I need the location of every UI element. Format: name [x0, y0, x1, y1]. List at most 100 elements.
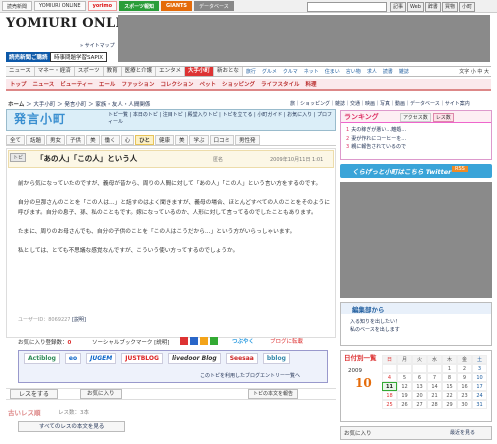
tab-category-beauty[interactable]: 美: [86, 134, 100, 145]
list-item[interactable]: 私のベースを出します: [350, 326, 400, 334]
blog-jugem[interactable]: JUGEM: [86, 353, 117, 364]
calendar-day[interactable]: 3: [472, 364, 487, 373]
tab-giants[interactable]: GIANTS: [161, 1, 193, 11]
tab-category-heart[interactable]: 心: [120, 134, 135, 145]
list-item[interactable]: 2 妻が作れにコーヒーを…: [346, 135, 406, 144]
calendar-day[interactable]: 14: [427, 382, 442, 391]
calendar-day[interactable]: 17: [472, 382, 487, 391]
nav-sub-travel[interactable]: 旅行: [243, 68, 259, 75]
search-dictionary-button[interactable]: 辞書: [424, 2, 441, 12]
blog-eo[interactable]: eo: [64, 353, 82, 364]
calendar-day[interactable]: 27: [412, 400, 427, 409]
calendar-day[interactable]: 1: [442, 364, 457, 373]
show-all-responses-button[interactable]: すべてのレスの本文を見る: [18, 421, 126, 432]
tab-yomiuri-online[interactable]: YOMIURI ONLINE: [34, 1, 86, 11]
social-bookmark-label[interactable]: ソーシャルブックマーク [説明]: [92, 338, 169, 346]
calendar-day[interactable]: 16: [457, 382, 472, 391]
komachi-links[interactable]: トピ一覧 | 本日のトピ | 注目トピ | 殿堂入りトピ | トピを立てる | …: [108, 111, 333, 125]
blog-bblog[interactable]: bblog: [262, 353, 290, 364]
nav-shin-otona[interactable]: 新おとな: [214, 67, 243, 76]
search-articles-button[interactable]: 記事: [390, 2, 407, 12]
tab-category-topic[interactable]: 話題: [26, 134, 46, 145]
calendar-day[interactable]: 23: [457, 391, 472, 400]
tab-sports-hochi[interactable]: スポーツ報知: [119, 1, 159, 11]
calendar-day[interactable]: 13: [412, 382, 427, 391]
tab-category-all[interactable]: 全て: [6, 134, 26, 145]
calendar-day[interactable]: 29: [442, 400, 457, 409]
komachi-title[interactable]: 発言小町: [14, 110, 66, 127]
font-size-control[interactable]: 文字 小 中 大: [459, 68, 491, 75]
sitemap-link[interactable]: » サイトマップ: [80, 42, 115, 49]
blog-entries-link[interactable]: このトピを利用したブログエントリー一覧へ: [200, 372, 300, 379]
komachi-nav-cooking[interactable]: 料理: [306, 80, 317, 88]
search-input[interactable]: [307, 2, 387, 12]
service-links[interactable]: 旅｜ショッピング｜雑誌｜交通｜映画｜写真｜動画｜データベース｜サイト案内: [290, 100, 470, 107]
breadcrumb-path[interactable]: ＞ 大手小町 ＞ 発言小町 ＞ 家族・友人・人間関係: [24, 102, 150, 108]
subscribe-button[interactable]: 読売新聞ご購読: [6, 52, 51, 62]
calendar-day[interactable]: 26: [397, 400, 412, 409]
blog-post-button[interactable]: ブログに転載: [270, 337, 303, 345]
reply-button[interactable]: レスをする: [10, 389, 59, 399]
nav-sub-books[interactable]: 読書: [380, 68, 396, 75]
tab-category-kids[interactable]: 子供: [66, 134, 86, 145]
sapix-button[interactable]: 時事問題学習SAPIX: [50, 52, 108, 62]
tab-category-gender[interactable]: 男女: [46, 134, 66, 145]
calendar-day[interactable]: 24: [472, 391, 487, 400]
blog-seesaa[interactable]: Seesaa: [225, 353, 258, 364]
calendar-day[interactable]: 2: [457, 364, 472, 373]
tab-category-beauty2[interactable]: 美: [174, 134, 189, 145]
calendar-day[interactable]: 4: [382, 373, 397, 382]
tab-ranking-res[interactable]: レス数: [432, 113, 454, 122]
tweet-button[interactable]: つぶやく: [232, 337, 254, 345]
calendar-day[interactable]: 20: [412, 391, 427, 400]
tab-yorimo[interactable]: yorimo: [87, 1, 118, 11]
tab-category-reviews[interactable]: 口コミ: [209, 134, 235, 145]
calendar-day[interactable]: 18: [382, 391, 397, 400]
user-id-help-link[interactable]: [説明]: [72, 317, 86, 323]
tab-ranking-access[interactable]: アクセス数: [400, 113, 431, 122]
livedoor-clip-icon[interactable]: [200, 337, 208, 345]
nav-news[interactable]: ニュース: [6, 67, 35, 76]
calendar-day[interactable]: 8: [442, 373, 457, 382]
tab-category-work[interactable]: 働く: [100, 134, 120, 145]
nav-medical[interactable]: 医療と介護: [121, 67, 157, 76]
komachi-nav-news[interactable]: ニュース: [33, 80, 55, 88]
komachi-nav-top[interactable]: トップ: [10, 80, 27, 88]
komachi-nav-beauty[interactable]: ビューティー: [60, 80, 93, 88]
calendar-day[interactable]: 5: [397, 373, 412, 382]
komachi-nav-yell[interactable]: エール: [99, 80, 116, 88]
calendar-day[interactable]: 28: [427, 400, 442, 409]
yahoo-bookmark-icon[interactable]: [190, 337, 198, 345]
calendar-day[interactable]: 31: [472, 400, 487, 409]
rss-icon[interactable]: RSS: [452, 166, 468, 172]
nav-sub-jobs[interactable]: 求人: [364, 68, 380, 75]
nav-sub-shopping[interactable]: 言い物: [343, 68, 364, 75]
nav-money[interactable]: マネー・経済: [34, 67, 75, 76]
tab-category-health[interactable]: 健康: [154, 134, 174, 145]
blog-justblog[interactable]: JUSTBLOG: [121, 353, 163, 364]
komachi-nav-fashion[interactable]: ファッション: [121, 80, 154, 88]
tab-category-men[interactable]: 男性発: [235, 134, 260, 145]
sort-old-responses[interactable]: 古いレス順: [8, 407, 41, 417]
calendar-day[interactable]: 9: [457, 373, 472, 382]
nav-sports[interactable]: スポーツ: [74, 67, 104, 76]
list-item[interactable]: 1 夫の稼ぎが悪い…離婚…: [346, 126, 406, 135]
search-komachi-button[interactable]: 小町: [458, 2, 475, 12]
nav-sub-car[interactable]: クルマ: [280, 68, 301, 75]
calendar-day[interactable]: 19: [397, 391, 412, 400]
buzzurl-icon[interactable]: [210, 337, 218, 345]
nav-entertainment[interactable]: エンタメ: [156, 67, 186, 76]
search-shopping-button[interactable]: 買物: [441, 2, 458, 12]
hatena-bookmark-icon[interactable]: [180, 337, 188, 345]
calendar-day[interactable]: 22: [442, 391, 457, 400]
calendar-day[interactable]: 30: [457, 400, 472, 409]
blog-livedoor[interactable]: livedoor Blog: [167, 353, 221, 364]
komachi-nav-shopping[interactable]: ショッピング: [222, 80, 255, 88]
favorites-link[interactable]: 最近を見る: [450, 429, 475, 436]
nav-sub-net[interactable]: ネット: [301, 68, 322, 75]
nav-education[interactable]: 教育: [103, 67, 122, 76]
calendar-day[interactable]: 6: [412, 373, 427, 382]
komachi-nav-collection[interactable]: コレクション: [160, 80, 193, 88]
breadcrumb-home[interactable]: ホーム: [8, 102, 24, 108]
tab-yomiuri-shimbun[interactable]: 読売新聞: [2, 1, 33, 11]
